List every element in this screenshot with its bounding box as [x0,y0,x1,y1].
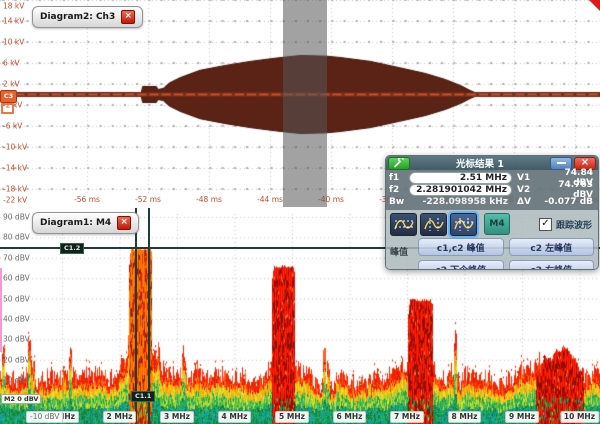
bottom-x-label: 2 MHz [103,411,137,423]
top-x-label: -52 ms [135,195,161,204]
top-y-label: 14 kV [3,17,24,26]
oscilloscope-screen: 18 kV14 kV10 kV6 kV2 kV-2 kV-6 kV-10 kV-… [0,0,600,424]
Bw-value-field: -228.098958 kHz [409,197,512,207]
diagram2-tab[interactable]: Diagram2: Ch3 × [32,6,143,28]
value-label: V2 [515,185,539,195]
cursor-type-vertical-icon[interactable] [420,213,447,236]
cursor-type-both-icon[interactable] [450,213,477,236]
bottom-x-label: 8 MHz [448,411,482,423]
top-y-label: 2 kV [3,80,20,89]
f2-value-field[interactable]: 2.281901042 MHz [409,184,512,196]
row-label: f1 [389,173,406,183]
peak-section-label: 峰值 [390,238,414,258]
checkbox-check-icon[interactable]: ✓ [539,218,552,231]
top-y-label: -18 kV [3,185,27,194]
peak-button-grid: c1,c2 峰值 c2 左峰值 c2 下个峰值 c2 右峰值 [418,238,594,270]
peak-button[interactable]: c2 下个峰值 [418,260,504,270]
cursor-results-dialog: 光标结果 1 × f12.51 MHzV174.84 dBVf22.281901… [385,155,599,270]
bottom-x-label: 7 MHz [390,411,424,423]
row-label: f2 [389,185,406,195]
cursor-label-c1-2: C1.2 [60,243,84,254]
peak-button[interactable]: c2 右峰值 [509,260,595,270]
top-y-label: 6 kV [3,59,20,68]
diagram1-tab-label: Diagram1: M4 [40,218,111,228]
cursor-type-horizontal-icon[interactable] [390,213,417,236]
bottom-y-label: 80 dBV [3,233,30,242]
track-waveform-label: 跟踪波形 [556,218,592,231]
track-waveform-checkbox[interactable]: ✓ 跟踪波形 [539,218,592,231]
top-y-label: -22 kV [3,196,27,205]
dialog-title: 光标结果 1 [412,156,548,170]
f1-value-field[interactable]: 2.51 MHz [409,172,512,184]
trigger-marker-icon [589,0,600,11]
bottom-y-label: 50 dBV [3,294,30,303]
wrench-icon[interactable] [388,157,410,170]
bottom-x-label: 3 MHz [160,411,194,423]
zoom-region-overlay[interactable] [283,0,327,207]
bottom-y-label: 30 dBV [3,335,30,344]
channel3-marker-badge[interactable]: C3 [0,90,17,103]
source-m4-button[interactable]: M4 [484,213,510,235]
peak-button[interactable]: c1,c2 峰值 [418,238,504,256]
bottom-edge-level-label: -10 dBV [26,411,63,423]
value-label: V1 [515,173,539,183]
measurement-row: f22.281901042 MHzV274.763 dBV [389,184,595,195]
bottom-x-label: 9 MHz [505,411,539,423]
top-y-label: 18 kV [3,2,24,11]
bottom-x-label: 10 MHz [560,411,599,423]
top-y-label: -6 kV [3,122,22,131]
dialog-measurement-rows: f12.51 MHzV174.84 dBVf22.281901042 MHzV2… [386,170,598,210]
bottom-x-label: 5 MHz [275,411,309,423]
bottom-x-label: 4 MHz [218,411,252,423]
diagram1-close-icon[interactable]: × [117,216,131,230]
dialog-icon-row: M4 ✓ 跟踪波形 [390,212,594,236]
channel3-ghost-marker [1,103,14,114]
top-x-label: -56 ms [74,195,100,204]
value-label: ΔV [515,197,539,207]
peak-button[interactable]: c2 左峰值 [509,238,595,256]
bottom-y-label: 60 dBV [3,274,30,283]
diagram1-tab[interactable]: Diagram1: M4 × [32,212,139,234]
math-marker-badge[interactable]: M2 0 dBV [1,394,41,404]
diagram2-tab-label: Diagram2: Ch3 [40,12,115,22]
top-x-label: -44 ms [257,195,283,204]
reference-level-marker [0,268,2,352]
bottom-y-label: 40 dBV [3,315,30,324]
top-y-label: 10 kV [3,38,24,47]
bottom-y-label: 70 dBV [3,253,30,262]
dialog-lower-section: M4 ✓ 跟踪波形 峰值 c1,c2 峰值 c2 左峰值 c2 下个峰值 c2 右峰值 [386,210,598,270]
measurement-row: Bw-228.098958 kHzΔV-0.077 dB [389,196,595,207]
top-y-label: -10 kV [3,143,27,152]
top-x-label: -48 ms [196,195,222,204]
value-readout: -0.077 dB [542,197,595,207]
top-y-label: -14 kV [3,164,27,173]
peak-button-section: 峰值 c1,c2 峰值 c2 左峰值 c2 下个峰值 c2 右峰值 [390,238,594,270]
bottom-x-label: 6 MHz [333,411,367,423]
bottom-y-label: 90 dBV [3,213,30,222]
row-label: Bw [389,197,406,207]
bottom-y-label: 20 dBV [3,355,30,364]
diagram2-close-icon[interactable]: × [121,10,135,24]
cursor-label-c1-1: C1.1 [131,391,155,402]
bottom-y-label: 10 dBV [3,376,30,385]
